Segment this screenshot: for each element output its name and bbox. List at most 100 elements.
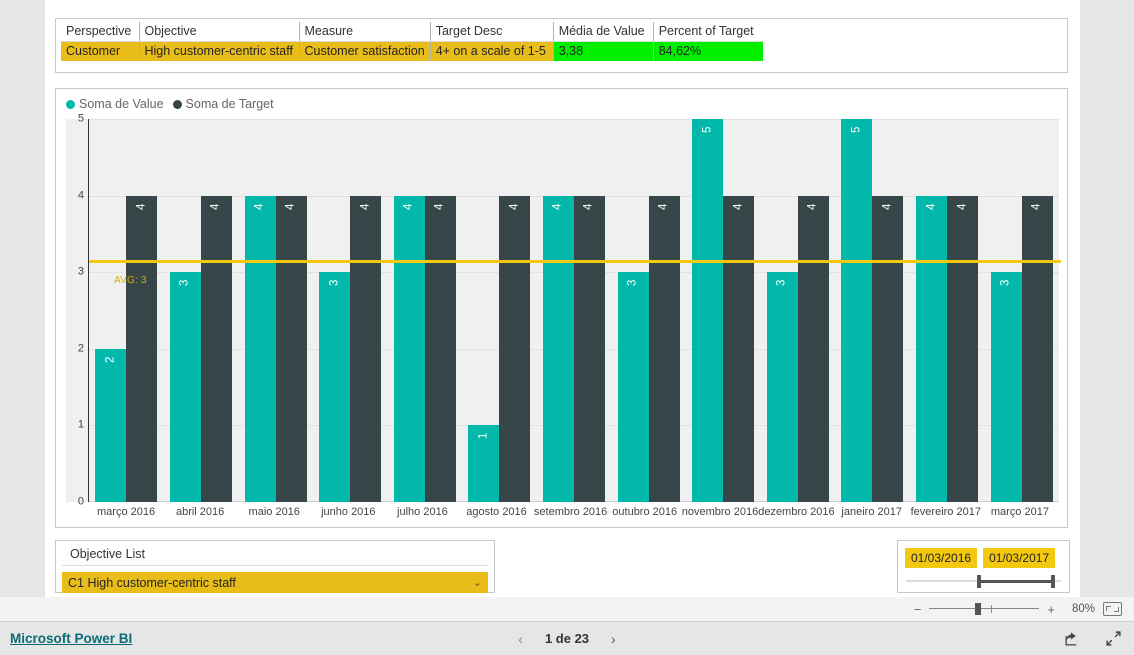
x-axis-tick-label: julho 2016 (397, 506, 448, 518)
cell-percent-of-target[interactable]: 84,62% (653, 41, 764, 61)
bar-value[interactable]: 3 (766, 272, 798, 502)
fit-to-page-icon[interactable] (1103, 602, 1122, 616)
bar-value[interactable]: 4 (393, 195, 425, 502)
bar-target[interactable]: 4 (872, 195, 904, 502)
bar-group: 24 (89, 119, 164, 502)
bar-target[interactable]: 4 (723, 195, 755, 502)
x-axis-tick-label: janeiro 2017 (841, 506, 902, 518)
x-axis-tick-label: setembro 2016 (533, 506, 608, 518)
table-header-row: Perspective Objective Measure Target Des… (61, 22, 764, 42)
objective-list-slicer: Objective List C1 High customer-centric … (55, 540, 495, 593)
bar-value[interactable]: 3 (990, 272, 1022, 502)
bar-data-label: 4 (135, 203, 148, 210)
zoom-out-button[interactable]: − (914, 602, 922, 617)
page-indicator: 1 de 23 (544, 631, 590, 646)
zoom-slider-knob[interactable] (975, 603, 982, 615)
bar-value[interactable]: 4 (244, 195, 276, 502)
bar-value[interactable]: 5 (692, 119, 724, 502)
bar-target[interactable]: 4 (947, 195, 978, 502)
bar-data-label: 4 (433, 203, 446, 210)
objective-selected-value: C1 High customer-centric staff (68, 575, 236, 590)
bar-value[interactable]: 3 (169, 272, 201, 502)
date-track-selection (977, 580, 1055, 583)
next-page-button[interactable]: › (611, 631, 616, 647)
zoom-level-label: 80% (1071, 603, 1095, 615)
bar-group: 34 (984, 119, 1059, 502)
objective-dropdown[interactable]: C1 High customer-centric staff ⌄ (62, 572, 488, 593)
bar-data-label: 3 (626, 279, 639, 287)
bar-data-label: 4 (284, 203, 297, 210)
column-header-target-desc: Target Desc (430, 22, 554, 42)
average-reference-line (89, 259, 1061, 263)
bar-group: 44 (910, 119, 985, 502)
bar-target[interactable]: 4 (200, 195, 232, 502)
bar-value[interactable]: 5 (841, 119, 873, 502)
bar-group: 44 (238, 119, 313, 502)
bar-data-label: 4 (1030, 203, 1043, 210)
bar-group: 44 (537, 119, 612, 502)
bar-value[interactable]: 1 (468, 425, 500, 502)
bar-data-label: 5 (700, 126, 713, 133)
x-axis-tick-label: abril 2016 (175, 506, 225, 518)
bar-target[interactable]: 4 (275, 195, 307, 502)
date-range-track[interactable] (906, 575, 1061, 588)
status-bar: − + 80% (0, 597, 1134, 622)
x-axis-labels: março 2016 abril 2016 maio 2016 junho 2016 j… (89, 502, 1057, 522)
bar-value[interactable]: 3 (319, 272, 351, 502)
x-axis-tick-label: dezembro 2016 (758, 506, 835, 518)
legend-label-value: Soma de Value (79, 97, 164, 111)
cell-measure[interactable]: Customer satisfaction (299, 41, 431, 61)
cell-perspective[interactable]: Customer (61, 41, 140, 61)
bar-target[interactable]: 4 (573, 195, 605, 502)
x-axis-tick-label: outubro 2016 (612, 506, 678, 518)
bar-value[interactable]: 4 (916, 195, 947, 502)
date-range-inputs: 01/03/2016 01/03/2017 (898, 541, 1069, 568)
bar-data-label: 4 (806, 203, 819, 210)
table-row[interactable]: Customer High customer-centric staff Cus… (61, 41, 764, 61)
column-header-measure: Measure (299, 22, 431, 42)
date-end-input[interactable]: 01/03/2017 (983, 548, 1056, 568)
zoom-slider[interactable] (929, 602, 1040, 616)
y-axis: 0 1 2 3 4 5 (66, 113, 88, 507)
column-header-percent-of-target: Percent of Target (653, 22, 764, 42)
legend-item-soma-de-value[interactable]: Soma de Value (66, 97, 164, 111)
bar-group: 34 (611, 119, 686, 502)
average-line-label: AVG: 3 (114, 274, 147, 286)
column-header-media-de-value: Média de Value (553, 22, 654, 42)
bar-group: 54 (835, 119, 910, 502)
bar-series-container: 24344434441444345434544434 (89, 119, 1059, 502)
date-handle-left[interactable] (977, 575, 982, 588)
bar-target[interactable]: 4 (126, 195, 158, 502)
share-icon[interactable] (1064, 630, 1081, 647)
legend-item-soma-de-target[interactable]: Soma de Target (172, 97, 274, 111)
bar-target[interactable]: 4 (499, 195, 531, 502)
bar-group: 44 (387, 119, 462, 502)
bar-target[interactable]: 4 (424, 195, 456, 502)
zoom-in-button[interactable]: + (1047, 602, 1055, 617)
bar-target[interactable]: 4 (648, 195, 680, 502)
bar-chart-visual: Soma de Value Soma de Target 012345 2434… (55, 88, 1068, 528)
cell-objective[interactable]: High customer-centric staff (139, 41, 300, 61)
bar-value[interactable]: 2 (95, 348, 127, 502)
bar-data-label: 4 (209, 203, 222, 210)
bar-target[interactable]: 4 (1021, 195, 1053, 502)
legend-swatch-icon (172, 99, 182, 109)
bar-target[interactable]: 4 (350, 195, 382, 502)
previous-page-button[interactable]: ‹ (518, 631, 523, 647)
x-axis-tick-label: novembro 2016 (681, 506, 759, 518)
fullscreen-icon[interactable] (1105, 630, 1122, 647)
bar-data-label: 5 (850, 126, 863, 133)
bar-data-label: 4 (881, 203, 894, 210)
bar-value[interactable]: 4 (542, 195, 574, 502)
bar-value[interactable]: 3 (617, 272, 649, 502)
date-range-slicer: 01/03/2016 01/03/2017 (897, 540, 1070, 593)
bar-target[interactable]: 4 (797, 195, 829, 502)
bar-group: 14 (462, 119, 537, 502)
cell-media-de-value[interactable]: 3,38 (553, 41, 654, 61)
date-start-input[interactable]: 01/03/2016 (905, 548, 978, 568)
y-axis-tick: 2 (77, 342, 84, 355)
cell-target-desc[interactable]: 4+ on a scale of 1-5 (430, 41, 554, 61)
date-handle-right[interactable] (1050, 575, 1055, 588)
bar-data-label: 3 (178, 279, 191, 287)
y-axis-tick: 0 (77, 495, 84, 508)
